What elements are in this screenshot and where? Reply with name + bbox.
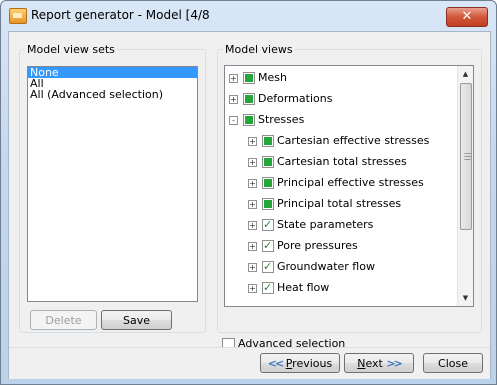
checkbox-checked-icon[interactable] — [262, 217, 274, 233]
node-selected-icon[interactable] — [262, 156, 274, 168]
tree-scrollbar[interactable]: ▲ — — — ▼ — [457, 66, 473, 306]
tree-node-label: Deformations — [258, 92, 333, 105]
node-selected-icon[interactable] — [243, 93, 255, 105]
tree-node-label: Pore pressures — [277, 239, 358, 252]
node-selected-icon[interactable] — [262, 135, 274, 147]
title-bar[interactable]: Report generator - Model [4/8 ✕ — [1, 1, 496, 30]
checkbox-checked-icon[interactable] — [262, 259, 274, 275]
report-generator-window: Report generator - Model [4/8 ✕ Model vi… — [0, 0, 497, 385]
model-views-tree[interactable]: + Mesh + Deformations - Stresses + Cartesian ef… — [224, 65, 474, 307]
tree-node-label: Stresses — [258, 113, 305, 126]
tree-node[interactable]: - Stresses — [229, 112, 455, 128]
window-title: Report generator - Model [4/8 — [31, 8, 210, 22]
model-view-sets-legend: Model view sets — [27, 43, 115, 56]
tree-node[interactable]: + Cartesian effective stresses — [248, 133, 455, 149]
expand-icon[interactable]: + — [248, 263, 257, 272]
scroll-thumb[interactable]: — — — — [460, 83, 472, 230]
tree-node-label: Mesh — [258, 71, 287, 84]
next-button[interactable]: Next >> — [344, 353, 414, 373]
tree-node[interactable]: + Mesh — [229, 70, 455, 86]
collapse-icon[interactable]: - — [229, 116, 238, 125]
tree-node[interactable]: + State parameters — [248, 217, 455, 233]
previous-label-rest: revious — [292, 357, 333, 370]
node-selected-icon[interactable] — [262, 198, 274, 210]
close-button[interactable]: Close — [423, 353, 483, 373]
double-chevron-right-icon: >> — [386, 357, 403, 370]
expand-icon[interactable]: + — [248, 158, 257, 167]
dialog-button-bar: << Previous Next >> Close — [9, 347, 490, 379]
checkbox-checked-icon[interactable] — [262, 238, 274, 254]
scroll-grip-icon: — — — — [464, 149, 471, 163]
model-view-sets-group: Model view sets None All All (Advanced s… — [19, 43, 206, 333]
expand-icon[interactable]: + — [248, 137, 257, 146]
node-selected-icon[interactable] — [262, 177, 274, 189]
model-views-legend: Model views — [225, 43, 293, 56]
tree-node-label: Cartesian total stresses — [277, 155, 407, 168]
expand-icon[interactable]: + — [248, 179, 257, 188]
tree-node-label: Heat flow — [277, 281, 330, 294]
dialog-client-area: Model view sets None All All (Advanced s… — [8, 31, 491, 379]
tree-node[interactable]: + Principal effective stresses — [248, 175, 455, 191]
expand-icon[interactable]: + — [248, 242, 257, 251]
expand-icon[interactable]: + — [248, 221, 257, 230]
tree-node[interactable]: + Principal total stresses — [248, 196, 455, 212]
tree-node[interactable]: + Groundwater flow — [248, 259, 455, 275]
tree-node[interactable]: + Pore pressures — [248, 238, 455, 254]
tree-node-label: Principal effective stresses — [277, 176, 424, 189]
list-item-none[interactable]: None — [28, 67, 197, 78]
delete-button[interactable]: Delete — [30, 310, 97, 330]
tree-node-label: Groundwater flow — [277, 260, 375, 273]
checkbox-checked-icon[interactable] — [262, 280, 274, 296]
close-icon: ✕ — [461, 9, 473, 24]
list-item-all-advanced[interactable]: All (Advanced selection) — [28, 89, 197, 100]
previous-button[interactable]: << Previous — [260, 353, 340, 373]
model-views-group: Model views + Mesh + Deformations - Stresses +… — [217, 43, 482, 333]
app-icon — [9, 8, 27, 24]
expand-icon[interactable]: + — [248, 200, 257, 209]
scroll-up-arrow-icon[interactable]: ▲ — [458, 66, 473, 82]
expand-icon[interactable]: + — [229, 74, 238, 83]
scroll-down-arrow-icon[interactable]: ▼ — [458, 290, 473, 306]
node-selected-icon[interactable] — [243, 72, 255, 84]
next-label-rest: ext — [365, 357, 383, 370]
expand-icon[interactable]: + — [229, 95, 238, 104]
tree-node-label: State parameters — [277, 218, 374, 231]
expand-icon[interactable]: + — [248, 284, 257, 293]
window-close-button[interactable]: ✕ — [446, 7, 488, 27]
tree-node[interactable]: + Heat flow — [248, 280, 455, 296]
node-selected-icon[interactable] — [243, 114, 255, 126]
tree-node[interactable]: + Deformations — [229, 91, 455, 107]
tree-node-label: Principal total stresses — [277, 197, 402, 210]
tree-node-label: Cartesian effective stresses — [277, 134, 430, 147]
double-chevron-left-icon: << — [267, 357, 285, 370]
save-button[interactable]: Save — [101, 310, 172, 330]
model-view-sets-list[interactable]: None All All (Advanced selection) — [27, 66, 198, 302]
tree-node[interactable]: + Cartesian total stresses — [248, 154, 455, 170]
